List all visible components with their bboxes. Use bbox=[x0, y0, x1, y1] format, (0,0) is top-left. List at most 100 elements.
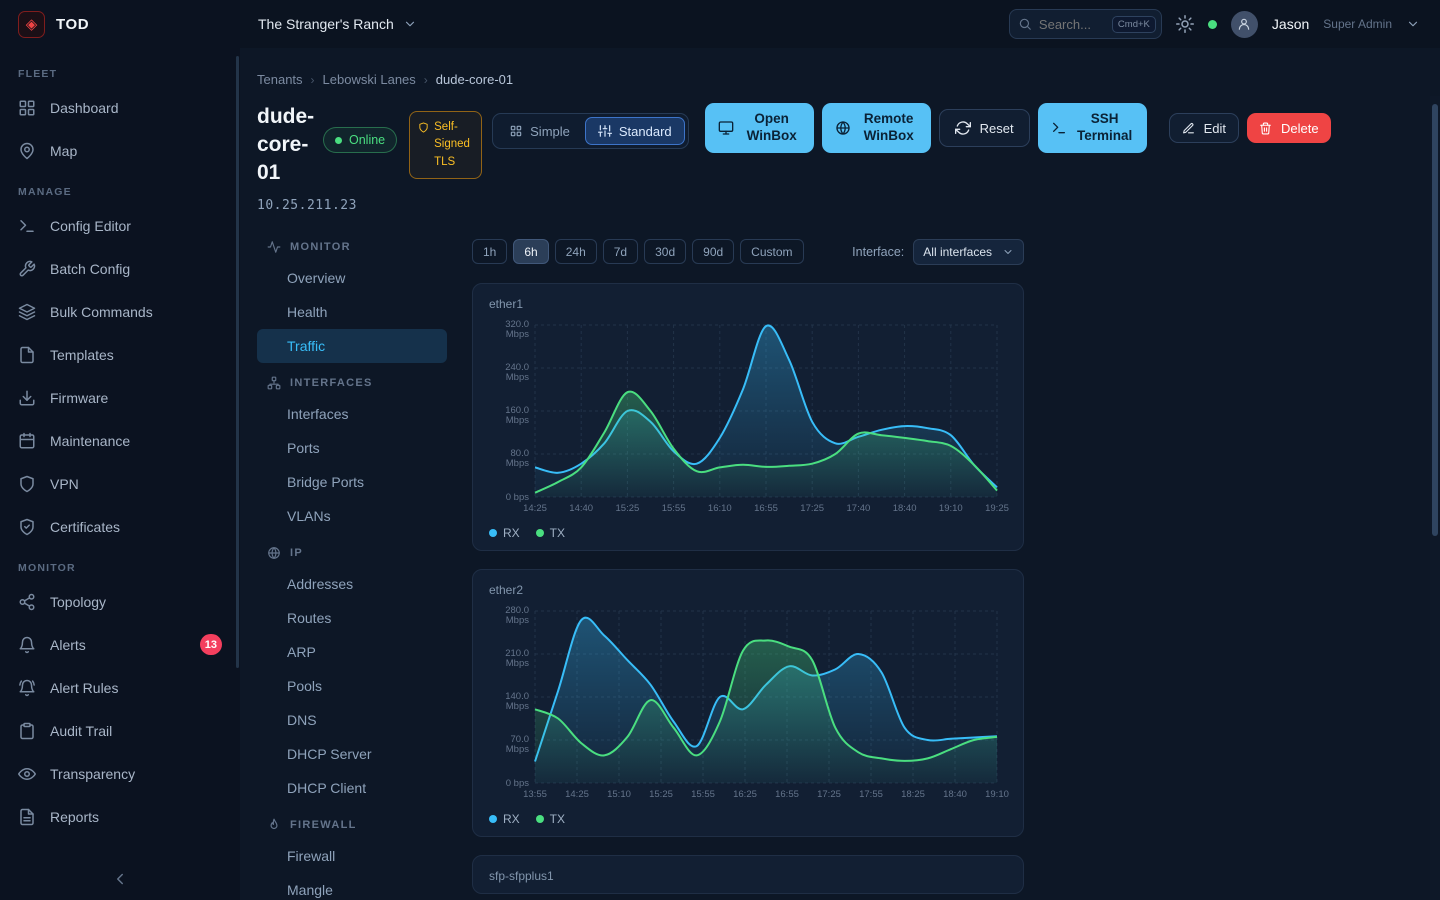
breadcrumb-item-tenants[interactable]: Tenants bbox=[257, 72, 303, 87]
mode-option-simple[interactable]: Simple bbox=[496, 117, 583, 145]
edit-button[interactable]: Edit bbox=[1169, 113, 1239, 143]
time-range-1h-button[interactable]: 1h bbox=[472, 239, 507, 264]
sidebar-item-firmware[interactable]: Firmware bbox=[0, 376, 240, 419]
ssh-terminal-icon bbox=[1051, 120, 1067, 136]
time-range-30d-button[interactable]: 30d bbox=[644, 239, 686, 264]
device-nav-item-bridge-ports[interactable]: Bridge Ports bbox=[257, 465, 447, 499]
user-menu-chevron-icon[interactable] bbox=[1406, 17, 1420, 31]
delete-button[interactable]: Delete bbox=[1247, 113, 1331, 143]
time-range-6h-button[interactable]: 6h bbox=[513, 239, 548, 264]
sidebar-item-dashboard[interactable]: Dashboard bbox=[0, 86, 240, 129]
sidebar-section-label: MONITOR bbox=[0, 548, 240, 580]
legend-rx: RX bbox=[489, 526, 520, 540]
status-badge-label: Online bbox=[349, 133, 385, 147]
device-nav-item-dhcp-server[interactable]: DHCP Server bbox=[257, 737, 447, 771]
device-nav-item-dhcp-client[interactable]: DHCP Client bbox=[257, 771, 447, 805]
time-range-custom-button[interactable]: Custom bbox=[740, 239, 803, 264]
sidebar-item-audit-trail[interactable]: Audit Trail bbox=[0, 709, 240, 752]
device-nav-item-overview[interactable]: Overview bbox=[257, 261, 447, 295]
sidebar-item-templates[interactable]: Templates bbox=[0, 333, 240, 376]
device-nav-item-firewall[interactable]: Firewall bbox=[257, 839, 447, 873]
device-nav-item-dns[interactable]: DNS bbox=[257, 703, 447, 737]
search-box[interactable]: Cmd+K bbox=[1009, 9, 1162, 39]
tenant-selector[interactable]: The Stranger's Ranch bbox=[258, 16, 417, 32]
terminal-icon bbox=[18, 217, 36, 235]
share-icon bbox=[18, 593, 36, 611]
sidebar-item-label: Topology bbox=[50, 594, 106, 610]
shield-icon bbox=[18, 475, 36, 493]
sidebar-item-label: Templates bbox=[50, 347, 114, 363]
svg-text:15:55: 15:55 bbox=[662, 503, 686, 514]
refresh-icon bbox=[955, 120, 971, 136]
ssh-terminal-button[interactable]: SSH Terminal bbox=[1038, 103, 1147, 153]
open-winbox-button[interactable]: Open WinBox bbox=[705, 103, 814, 153]
sidebar-item-bulk-commands[interactable]: Bulk Commands bbox=[0, 290, 240, 333]
time-range-24h-button[interactable]: 24h bbox=[555, 239, 597, 264]
reset-button[interactable]: Reset bbox=[939, 109, 1030, 147]
user-role: Super Admin bbox=[1323, 17, 1392, 31]
svg-text:19:10: 19:10 bbox=[985, 789, 1009, 800]
sidebar-item-reports[interactable]: Reports bbox=[0, 795, 240, 838]
mode-option-standard[interactable]: Standard bbox=[585, 117, 685, 145]
legend-tx-dot-icon bbox=[536, 815, 544, 823]
sidebar-collapse-button[interactable] bbox=[0, 858, 240, 900]
chart-legend: RXTX bbox=[489, 526, 1007, 540]
device-nav: MONITOROverviewHealthTrafficINTERFACESIn… bbox=[257, 227, 447, 900]
sidebar-item-label: Transparency bbox=[50, 766, 135, 782]
chart-title: ether2 bbox=[489, 583, 1007, 597]
device-nav-item-arp[interactable]: ARP bbox=[257, 635, 447, 669]
device-nav-item-health[interactable]: Health bbox=[257, 295, 447, 329]
device-ip: 10.25.211.23 bbox=[257, 198, 323, 213]
svg-text:14:40: 14:40 bbox=[569, 503, 593, 514]
tls-warning-badge: Self-Signed TLS bbox=[409, 111, 482, 179]
app-name: TOD bbox=[56, 16, 89, 33]
device-nav-item-ports[interactable]: Ports bbox=[257, 431, 447, 465]
device-nav-item-traffic[interactable]: Traffic bbox=[257, 329, 447, 363]
search-input[interactable] bbox=[1039, 17, 1105, 32]
network-icon bbox=[267, 376, 281, 390]
device-nav-item-vlans[interactable]: VLANs bbox=[257, 499, 447, 533]
page-scrollbar-thumb[interactable] bbox=[1432, 104, 1438, 536]
device-nav-item-interfaces[interactable]: Interfaces bbox=[257, 397, 447, 431]
breadcrumb-item-lebowski-lanes[interactable]: Lebowski Lanes bbox=[323, 72, 416, 87]
sidebar-item-batch-config[interactable]: Batch Config bbox=[0, 247, 240, 290]
time-range-7d-button[interactable]: 7d bbox=[603, 239, 638, 264]
device-nav-item-routes[interactable]: Routes bbox=[257, 601, 447, 635]
sidebar-item-topology[interactable]: Topology bbox=[0, 580, 240, 623]
sidebar-item-alerts[interactable]: Alerts13 bbox=[0, 623, 240, 666]
theme-toggle-sun-icon[interactable] bbox=[1176, 15, 1194, 33]
bell-ring-icon bbox=[18, 679, 36, 697]
sidebar-item-maintenance[interactable]: Maintenance bbox=[0, 419, 240, 462]
interface-select[interactable]: All interfaces bbox=[913, 239, 1024, 265]
svg-text:14:25: 14:25 bbox=[565, 789, 589, 800]
device-title-block: dude-core-01 10.25.211.23 bbox=[257, 103, 323, 213]
svg-text:17:40: 17:40 bbox=[847, 503, 871, 514]
tenant-name: The Stranger's Ranch bbox=[258, 16, 394, 32]
sidebar-item-transparency[interactable]: Transparency bbox=[0, 752, 240, 795]
device-nav-item-pools[interactable]: Pools bbox=[257, 669, 447, 703]
device-nav-item-mangle[interactable]: Mangle bbox=[257, 873, 447, 900]
time-range-90d-button[interactable]: 90d bbox=[692, 239, 734, 264]
avatar[interactable] bbox=[1231, 11, 1258, 38]
interface-filter-label: Interface: bbox=[852, 245, 904, 259]
svg-text:15:10: 15:10 bbox=[607, 789, 631, 800]
sidebar-item-vpn[interactable]: VPN bbox=[0, 462, 240, 505]
sidebar-item-certificates[interactable]: Certificates bbox=[0, 505, 240, 548]
remote-winbox-button[interactable]: Remote WinBox bbox=[822, 103, 931, 153]
app-brand: ◈ TOD bbox=[0, 0, 240, 48]
layers-icon bbox=[18, 303, 36, 321]
svg-text:Mbps: Mbps bbox=[506, 415, 529, 426]
main-content: Tenants›Lebowski Lanes›dude-core-01 dude… bbox=[240, 48, 1440, 900]
chart-card-sfp-sfpplus1: sfp-sfpplus1 bbox=[472, 855, 1024, 894]
flame-icon bbox=[267, 818, 281, 832]
sidebar-item-config-editor[interactable]: Config Editor bbox=[0, 204, 240, 247]
device-nav-section-label: MONITOR bbox=[290, 241, 351, 253]
download-icon bbox=[18, 389, 36, 407]
sidebar-item-alert-rules[interactable]: Alert Rules bbox=[0, 666, 240, 709]
sidebar-item-map[interactable]: Map bbox=[0, 129, 240, 172]
device-nav-item-addresses[interactable]: Addresses bbox=[257, 567, 447, 601]
svg-text:0 bps: 0 bps bbox=[506, 778, 529, 789]
sidebar-scrollbar[interactable] bbox=[236, 56, 239, 668]
sidebar-item-label: Map bbox=[50, 143, 77, 159]
sidebar-item-label: Dashboard bbox=[50, 100, 119, 116]
